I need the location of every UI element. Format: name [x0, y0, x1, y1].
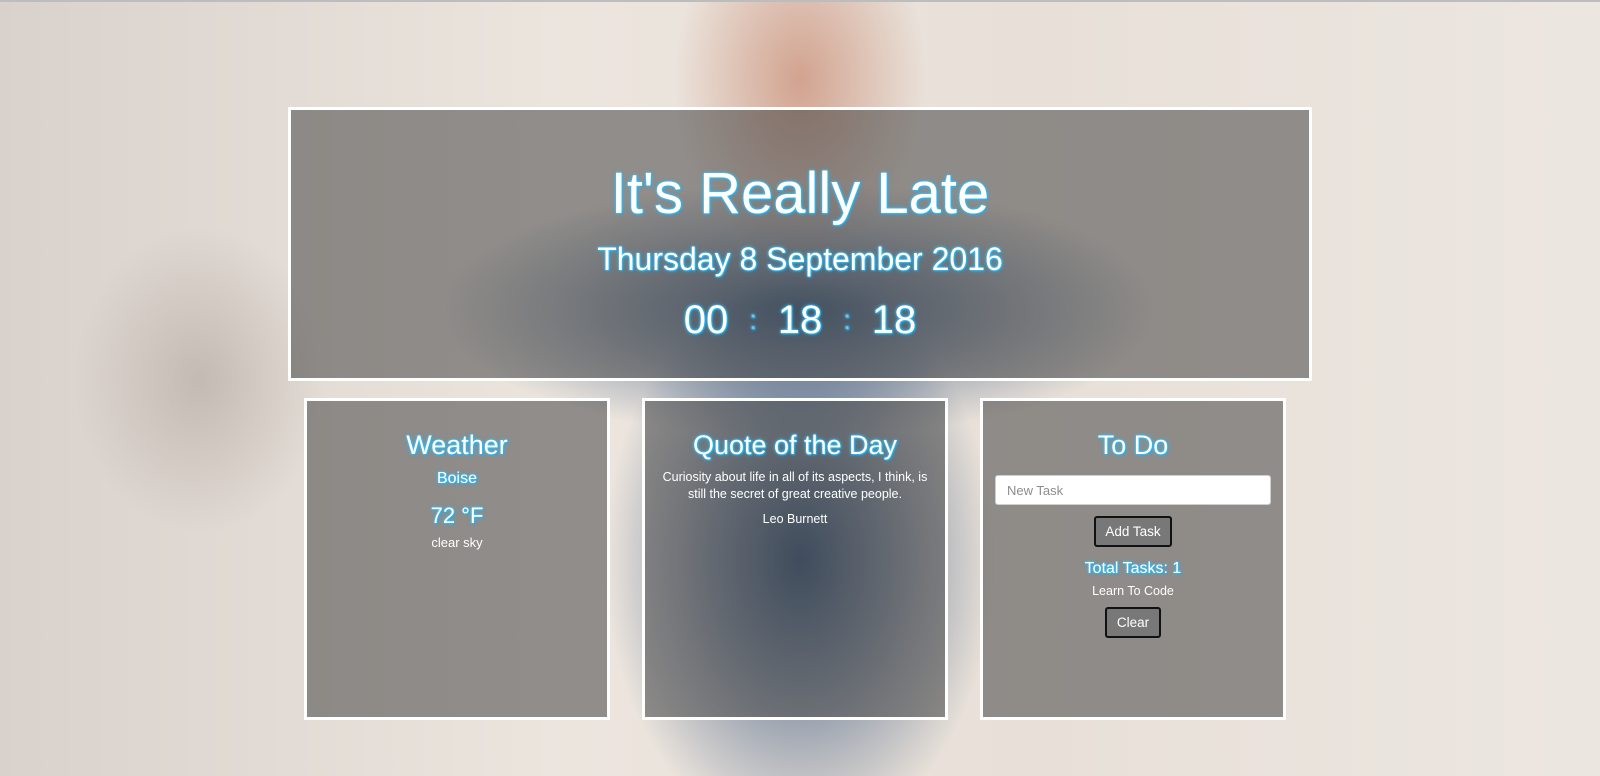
quote-title: Quote of the Day — [692, 430, 898, 460]
weather-title: Weather — [406, 430, 508, 460]
total-tasks: Total Tasks: 1 — [1084, 560, 1182, 577]
add-task-button[interactable]: Add Task — [1094, 516, 1172, 547]
greeting-title: It's Really Late — [610, 161, 990, 226]
clock-separator: : — [843, 304, 851, 335]
clock-minutes: 18 — [777, 298, 823, 342]
quote-card: Quote of the Day Curiosity about life in… — [642, 398, 948, 720]
todo-title: To Do — [1097, 430, 1169, 460]
weather-temperature: 72 °F — [430, 503, 484, 528]
weather-card: Weather Boise 72 °F clear sky — [304, 398, 610, 720]
clock-seconds: 18 — [871, 298, 917, 342]
clock-hours: 00 — [683, 298, 729, 342]
clock-separator: : — [749, 304, 757, 335]
todo-card: To Do Add Task Total Tasks: 1 Learn To C… — [980, 398, 1286, 720]
top-border — [0, 0, 1600, 2]
new-task-input[interactable] — [995, 475, 1271, 505]
weather-condition: clear sky — [431, 535, 483, 550]
current-date: Thursday 8 September 2016 — [597, 241, 1003, 277]
task-item: Learn To Code — [1092, 584, 1174, 598]
clear-tasks-button[interactable]: Clear — [1105, 607, 1161, 638]
quote-text: Curiosity about life in all of its aspec… — [662, 470, 928, 501]
hero-panel: It's Really Late Thursday 8 September 20… — [288, 107, 1312, 381]
weather-city: Boise — [436, 470, 478, 487]
quote-author: Leo Burnett — [762, 512, 828, 526]
clock: 00 : 18 : 18 — [291, 296, 1309, 344]
